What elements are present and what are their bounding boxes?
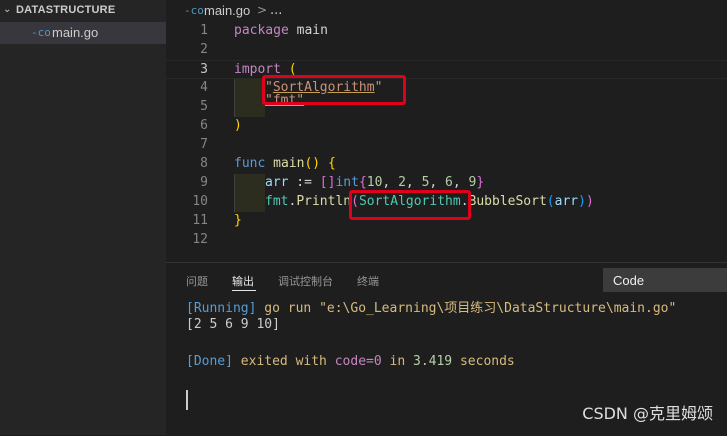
line-number: 11	[192, 213, 208, 228]
exit-code: code=0	[334, 354, 382, 369]
running-command: go run "e:\Go_Learning\项目练习\DataStructur…	[256, 301, 677, 316]
keyword: func	[234, 156, 266, 171]
breadcrumb-file[interactable]: main.go	[204, 3, 250, 18]
bracket: }	[234, 213, 242, 228]
text-cursor	[186, 390, 188, 410]
highlight-box	[349, 190, 471, 220]
type-keyword: int	[335, 175, 359, 190]
done-text: exited with	[232, 354, 335, 369]
line-number: 10	[192, 194, 208, 209]
line-number: 1	[200, 23, 208, 38]
operator: :=	[288, 175, 320, 190]
function-call: BubbleSort	[468, 194, 547, 209]
type: []int	[320, 175, 359, 190]
code-text: package main	[234, 23, 328, 38]
code-line-active: 3 import (	[166, 60, 727, 79]
explorer-section-title[interactable]: DATASTRUCTURE	[16, 4, 115, 16]
go-file-icon: -co	[31, 26, 51, 39]
breadcrumb-more[interactable]: ...	[270, 3, 282, 18]
bracket: {	[327, 156, 336, 171]
indent-guide	[234, 193, 265, 212]
tab-terminal[interactable]: 终端	[357, 273, 379, 289]
bracket: )	[585, 194, 594, 209]
code-text: )	[234, 118, 242, 133]
code-line: 2	[166, 41, 727, 60]
tab-problems[interactable]: 问题	[186, 273, 208, 289]
output-panel: 问题 输出 调试控制台 终端 Code [Running] go run "e:…	[166, 262, 727, 436]
code-token: main	[288, 23, 328, 38]
line-number: 7	[200, 137, 208, 152]
line-number: 6	[200, 118, 208, 133]
code-text: arr := []int{10, 2, 5, 6, 9}	[265, 175, 485, 190]
tab-output[interactable]: 输出	[232, 273, 254, 289]
line-number: 4	[200, 80, 208, 95]
file-label: main.go	[52, 25, 99, 40]
breadcrumb: -co main.go > ...	[166, 0, 727, 22]
code-line: 6 )	[166, 117, 727, 136]
code-text: func main() {	[234, 156, 336, 171]
function-name: main	[273, 156, 305, 171]
done-in: in	[381, 354, 413, 369]
bracket: {	[358, 175, 367, 190]
output-channel-select[interactable]: Code	[603, 268, 727, 292]
elapsed-seconds: 3.419	[413, 354, 453, 369]
output-line-running: [Running] go run "e:\Go_Learning\项目练习\Da…	[186, 297, 676, 316]
number: 6	[445, 175, 453, 190]
bracket: )	[578, 194, 586, 209]
code-line: 4 "SortAlgorithm"	[166, 79, 727, 98]
line-number: 3	[200, 62, 208, 77]
highlight-box	[262, 75, 406, 105]
seconds-label: seconds	[452, 354, 515, 369]
code-text: }	[234, 213, 242, 228]
code-line: 7	[166, 136, 727, 155]
bracket: )	[234, 118, 242, 133]
go-file-icon: -co	[184, 4, 204, 17]
indent-guide	[234, 79, 265, 98]
running-tag: [Running]	[186, 301, 257, 316]
line-number: 9	[200, 175, 208, 190]
code-line: 1 package main	[166, 22, 727, 41]
variable: arr	[265, 175, 289, 190]
output-line-done: [Done] exited with code=0 in 3.419 secon…	[186, 354, 515, 369]
code-line: 5 "fmt"	[166, 93, 727, 117]
number: 5	[421, 175, 430, 190]
output-line-result: [2 5 6 9 10]	[186, 317, 280, 332]
bracket: }	[476, 175, 485, 190]
number: 2	[398, 175, 406, 190]
line-number: 8	[200, 156, 208, 171]
explorer-file-main-go[interactable]: -co main.go	[0, 22, 166, 44]
breadcrumb-separator-icon: >	[257, 3, 268, 17]
code-line: 12	[166, 231, 727, 250]
tab-debug-console[interactable]: 调试控制台	[278, 273, 333, 289]
explorer-sidebar: ⌄ DATASTRUCTURE -co main.go	[0, 0, 166, 435]
code-editor[interactable]: 1 package main 2 3 import ( 4 "SortAlgor…	[166, 22, 727, 262]
indent-guide	[234, 98, 265, 117]
line-number: 5	[200, 99, 208, 114]
indent-guide	[234, 174, 265, 193]
function-call: Println	[296, 194, 352, 209]
line-number: 2	[200, 42, 208, 57]
line-number: 12	[192, 232, 208, 247]
explorer-section-header[interactable]: ⌄ DATASTRUCTURE	[0, 0, 166, 22]
chevron-down-icon[interactable]: ⌄	[3, 4, 11, 15]
code-line: 8 func main() {	[166, 155, 727, 174]
output-channel-label: Code	[613, 273, 645, 288]
done-tag: [Done]	[186, 354, 233, 369]
keyword: package	[234, 23, 289, 38]
watermark: CSDN @克里姆颂	[582, 404, 713, 423]
bracket: ()	[304, 156, 321, 171]
bracket: []	[319, 175, 336, 190]
bracket: (	[546, 194, 555, 209]
variable: arr	[554, 194, 579, 209]
active-tab-indicator	[232, 290, 256, 291]
package-name: fmt	[265, 194, 289, 209]
number: 10	[366, 175, 383, 190]
